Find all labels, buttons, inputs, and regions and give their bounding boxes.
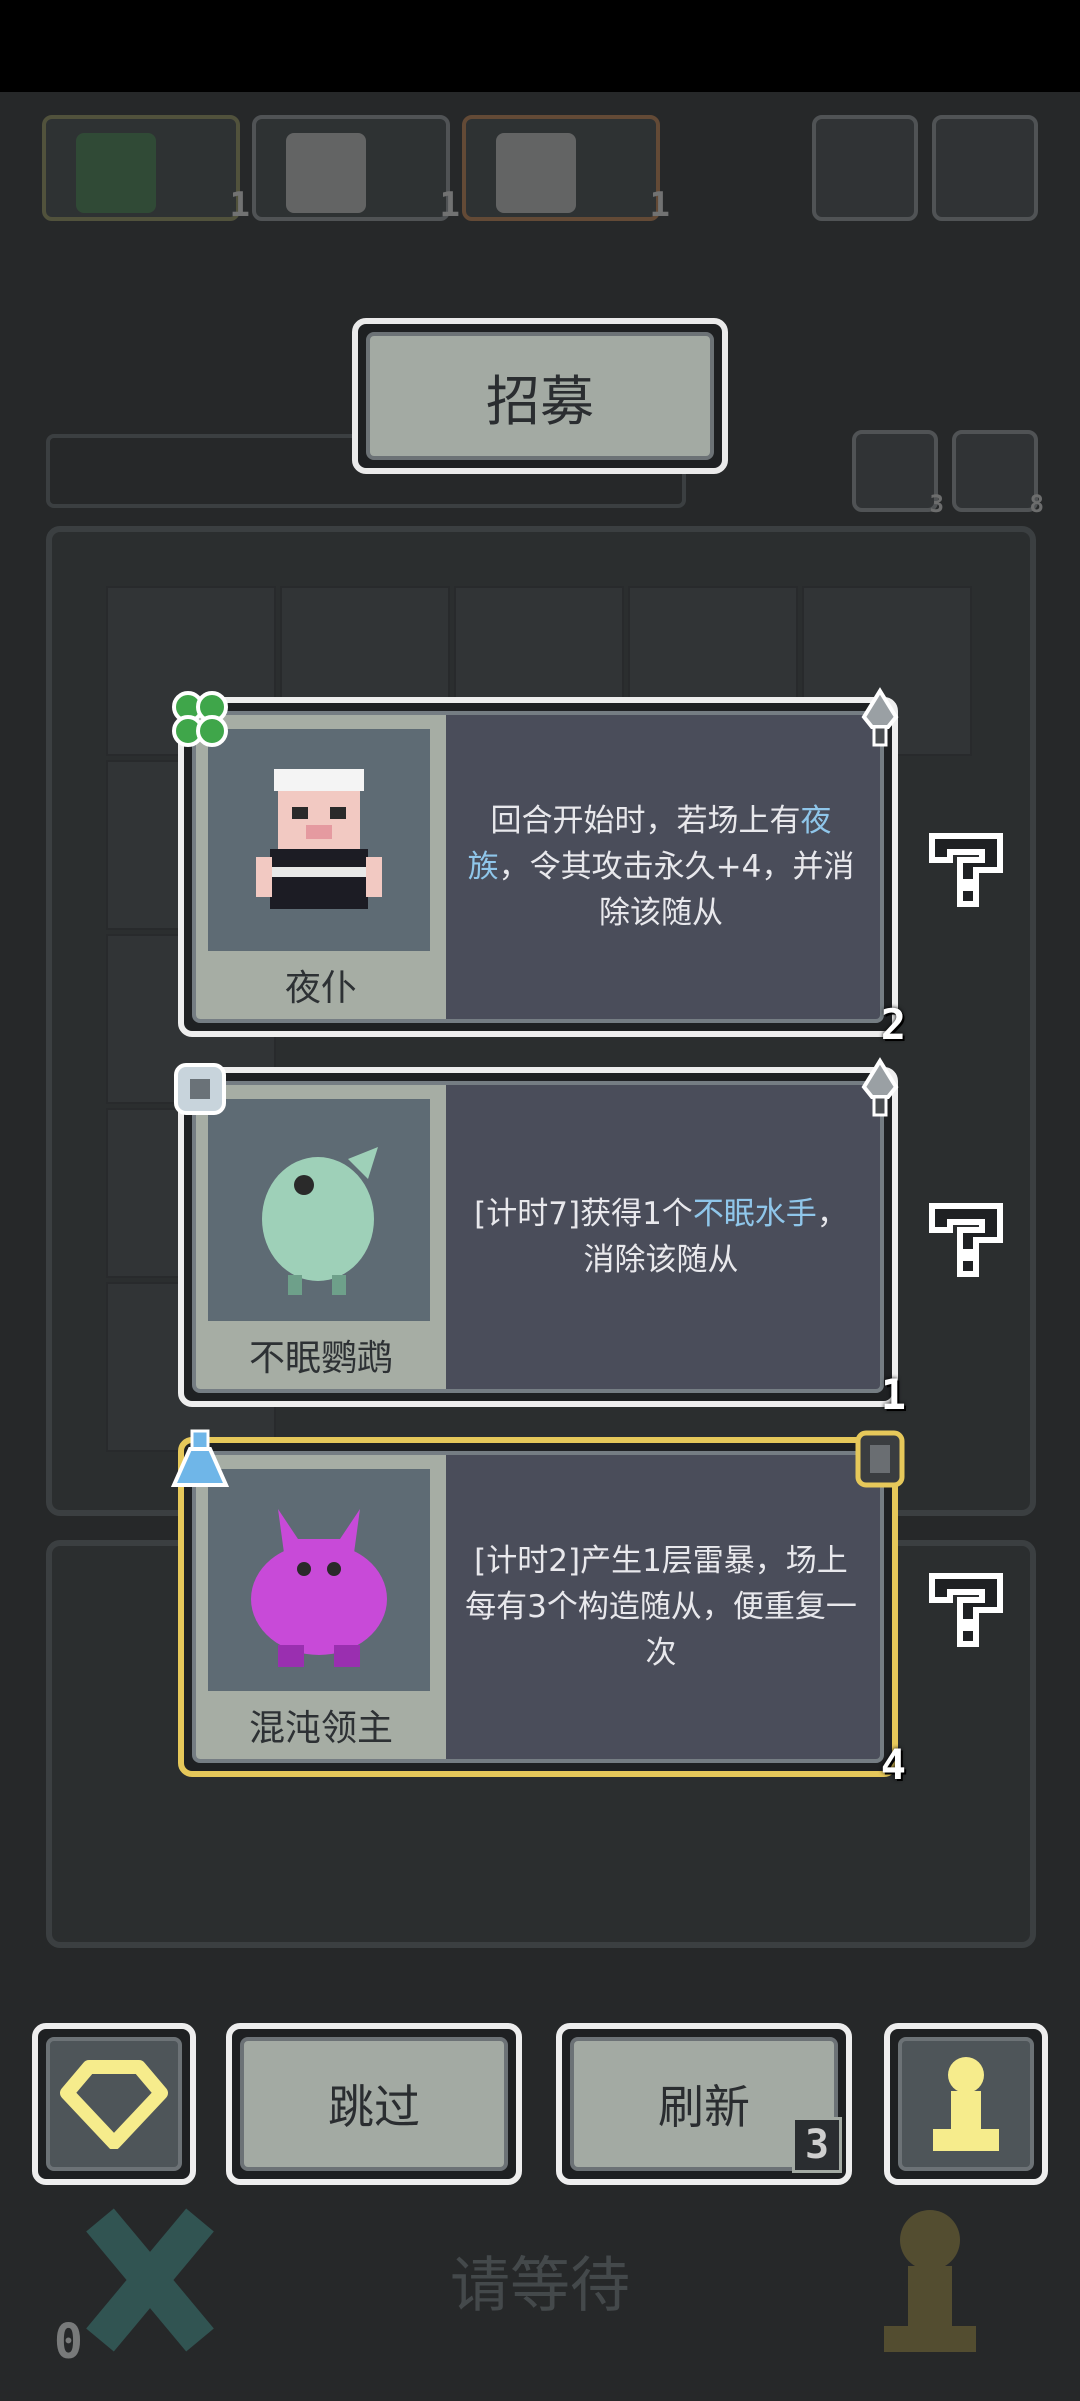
flask-icon: [168, 1427, 232, 1491]
top-slot-1: 1: [42, 115, 250, 225]
goblin-figure-icon: [76, 133, 156, 213]
bone-icon: [168, 1057, 232, 1121]
wait-label: 请等待: [450, 2250, 630, 2321]
card-help-question-icon[interactable]: [926, 1200, 1006, 1280]
card-name: 夜仆: [284, 968, 357, 1009]
recruit-card-1[interactable]: 夜仆 回合开始时，若场上有夜族，令其攻击永久+4，并消除该随从 2: [172, 687, 906, 1049]
shield-icon: [852, 1427, 908, 1491]
gem-button[interactable]: [32, 2023, 196, 2185]
card-count: 4: [880, 1740, 906, 1789]
recruit-card-3[interactable]: 混沌领主 [计时2]产生1层雷暴，场上每有3个构造随从，便重复一次 4: [170, 1429, 906, 1789]
refresh-button[interactable]: 刷新 3: [556, 2023, 852, 2185]
close-x-icon: 0: [50, 2180, 250, 2380]
status-bar: [0, 0, 1080, 92]
refresh-label: 刷新: [658, 2080, 750, 2134]
sword-icon: [852, 687, 908, 751]
butler-figure-icon: [286, 133, 366, 213]
pawn-shadow-icon: [830, 2180, 1030, 2380]
recruit-card-2[interactable]: 不眠鹦鹉 [计时7]获得1个不眠水手，消除该随从 1: [174, 1057, 906, 1419]
refresh-count: 3: [792, 2117, 842, 2173]
top-slot-2: 1: [252, 115, 460, 225]
top-slot-3: 1: [462, 115, 670, 225]
pawn-count: 8: [1029, 490, 1044, 518]
slot-count: 1: [649, 185, 670, 225]
undo-icon: 3: [852, 430, 944, 518]
card-description: [计时7]获得1个不眠水手，消除该随从: [474, 1196, 848, 1278]
gem-icon: [60, 2060, 168, 2149]
card-count: 2: [880, 1000, 906, 1049]
sleepless-parrot-portrait: [208, 1099, 430, 1321]
card-help-question-icon[interactable]: [926, 1570, 1006, 1650]
clover-icon: [168, 687, 232, 751]
recruit-title: 招募: [486, 369, 594, 433]
card-name: 不眠鹦鹉: [248, 1338, 393, 1379]
question-icon: [812, 115, 918, 221]
slot-count: 1: [439, 185, 460, 225]
undo-count: 3: [929, 490, 944, 518]
card-description: [计时2]产生1层雷暴，场上每有3个构造随从，便重复一次: [465, 1543, 857, 1671]
recruit-header: 招募: [352, 318, 728, 474]
pawn-counter-icon: 8: [952, 430, 1044, 518]
skip-label: 跳过: [328, 2080, 420, 2134]
pawn-button[interactable]: [884, 2023, 1048, 2185]
card-help-question-icon[interactable]: [926, 830, 1006, 910]
chaos-lord-portrait: [208, 1469, 430, 1691]
gear-icon: [932, 115, 1038, 221]
card-description: 回合开始时，若场上有夜族，令其攻击永久+4，并消除该随从: [467, 803, 855, 931]
card-name: 混沌领主: [248, 1708, 393, 1749]
skip-button[interactable]: 跳过: [226, 2023, 522, 2185]
keyword-highlight: 不眠水手: [692, 1196, 817, 1232]
zero-count: 0: [54, 2314, 83, 2370]
night-servant-portrait: [208, 729, 430, 951]
slot-count: 1: [229, 185, 250, 225]
butler-figure-icon: [496, 133, 576, 213]
card-count: 1: [880, 1370, 906, 1419]
pawn-icon: [933, 2057, 999, 2151]
sword-icon: [852, 1057, 908, 1121]
